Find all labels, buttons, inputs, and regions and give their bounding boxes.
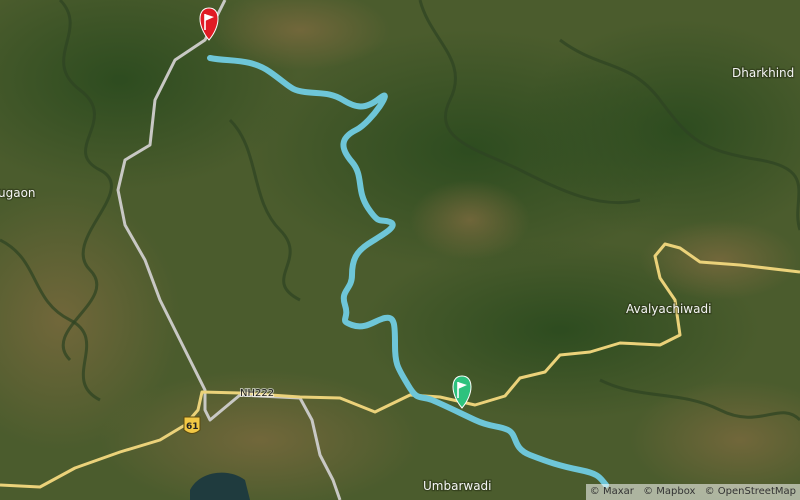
road-label-nh222: NH222: [240, 388, 274, 399]
place-avalyachiwadi: Avalyachiwadi: [626, 302, 711, 316]
map-canvas[interactable]: NH222 61 Dharkhind ugaon Avalyachiwadi U…: [0, 0, 800, 500]
map-attribution: © Maxar © Mapbox © OpenStreetMap: [585, 484, 800, 500]
road-shield-label: 61: [186, 422, 199, 432]
road-shield-61: 61: [183, 416, 201, 434]
place-ugaon: ugaon: [0, 186, 36, 200]
satellite-map[interactable]: NH222 61 Dharkhind ugaon Avalyachiwadi U…: [0, 0, 800, 500]
place-umbarwadi: Umbarwadi: [423, 479, 492, 493]
terrain-texture: [0, 0, 800, 500]
attribution-maxar[interactable]: © Maxar: [590, 486, 634, 497]
place-dharkhind: Dharkhind: [732, 66, 794, 80]
attribution-mapbox[interactable]: © Mapbox: [643, 486, 695, 497]
attribution-osm[interactable]: © OpenStreetMap: [705, 486, 796, 497]
